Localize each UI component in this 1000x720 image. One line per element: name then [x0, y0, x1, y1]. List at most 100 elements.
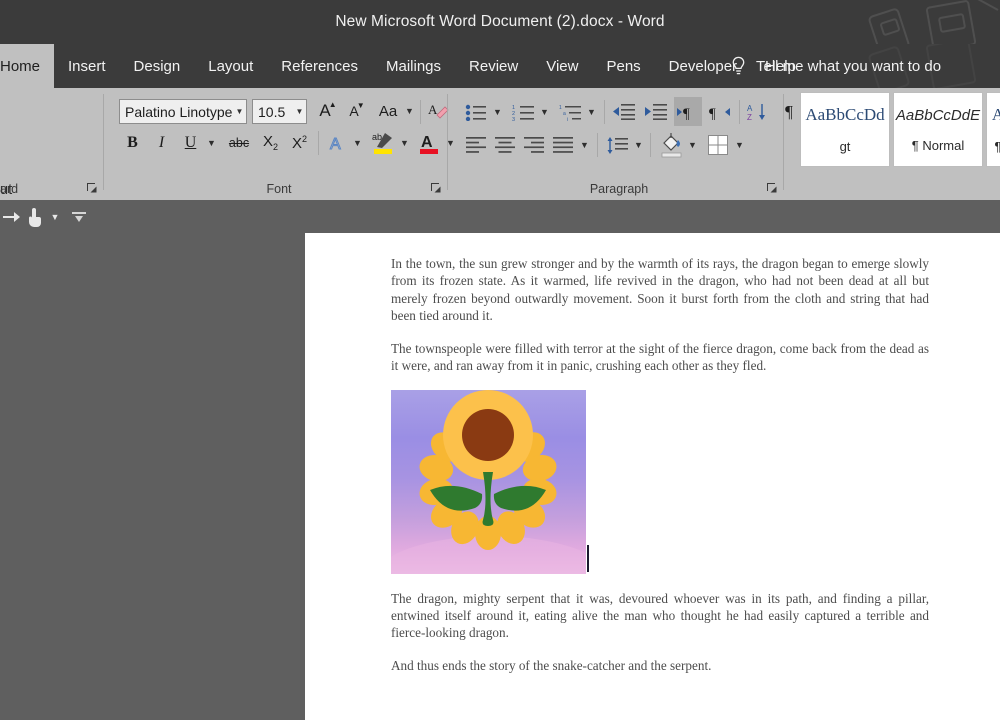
borders-button[interactable]: [704, 132, 732, 158]
font-size-chevron-down-icon[interactable]: ▼: [293, 100, 306, 123]
increase-indent-button[interactable]: [642, 99, 670, 125]
tab-mailings-label: Mailings: [386, 57, 442, 75]
strikethrough-button[interactable]: abc: [225, 130, 253, 156]
more-options-button[interactable]: ▼: [46, 204, 64, 229]
shading-chevron-down-icon[interactable]: ▼: [686, 133, 699, 157]
sort-button[interactable]: A Z: [744, 97, 772, 126]
font-name-value: Palatino Linotype: [125, 103, 233, 120]
style-card-gt[interactable]: AaBbCcDd gt: [800, 92, 890, 167]
multilevel-list-button[interactable]: 1 a i: [556, 99, 584, 125]
bold-label: B: [127, 134, 138, 151]
text-cursor: [587, 544, 589, 572]
text-effects-chevron-down-icon[interactable]: ▼: [351, 131, 364, 155]
font-dialog-launcher-icon[interactable]: [430, 182, 442, 194]
font-name-input[interactable]: Palatino Linotype ▼: [119, 99, 247, 124]
para-inner-separator-1: [604, 100, 605, 124]
tab-view[interactable]: View: [532, 44, 592, 88]
underline-chevron-down-icon[interactable]: ▼: [205, 131, 218, 155]
tab-review[interactable]: Review: [455, 44, 532, 88]
left-to-right-text-button[interactable]: ¶: [674, 97, 702, 126]
font-color-button[interactable]: A: [415, 128, 443, 158]
style-card-normal[interactable]: AaBbCcDdE ¶ Normal: [893, 92, 983, 167]
tab-design[interactable]: Design: [120, 44, 195, 88]
clipboard-dialog-launcher-icon[interactable]: [86, 182, 98, 194]
text-effects-button[interactable]: A: [323, 130, 350, 156]
right-to-left-text-button[interactable]: ¶: [705, 97, 733, 126]
tab-home[interactable]: Home: [0, 44, 55, 88]
collapse-ribbon-icon: [72, 211, 86, 222]
document-paragraph-1: In the town, the sun grew stronger and b…: [391, 256, 929, 324]
line-spacing-button[interactable]: [603, 132, 631, 158]
chevron-down-icon: ▼: [50, 211, 60, 222]
para-inner-separator-4: [650, 133, 651, 157]
clear-formatting-icon: A: [428, 102, 449, 119]
next-arrow-button[interactable]: [0, 204, 22, 229]
bullets-chevron-down-icon[interactable]: ▼: [491, 100, 504, 124]
style-name-normal: ¶ Normal: [911, 137, 965, 153]
multilevel-list-chevron-down-icon[interactable]: ▼: [585, 100, 598, 124]
text-effects-icon: A: [329, 136, 341, 153]
font-inner-separator-2: [318, 131, 319, 155]
tab-insert[interactable]: Insert: [54, 44, 120, 88]
text-highlight-button[interactable]: ab: [369, 128, 397, 158]
document-body[interactable]: In the town, the sun grew stronger and b…: [391, 255, 929, 674]
tab-design-label: Design: [133, 57, 181, 75]
tab-pens-label: Pens: [606, 57, 641, 75]
subscript-button[interactable]: X2: [257, 130, 284, 156]
sort-icon: A Z: [747, 103, 765, 121]
tab-pens[interactable]: Pens: [592, 44, 654, 88]
subscript-label: X: [262, 133, 273, 150]
tab-list: Home Insert Design Layout References Mai…: [0, 44, 810, 88]
document-paragraph-2: The townspeople were filled with terror …: [391, 340, 929, 374]
shading-button[interactable]: [657, 130, 685, 160]
superscript-sup: 2: [302, 134, 308, 144]
paragraph-group-separator: [783, 94, 784, 190]
change-case-chevron-down-icon[interactable]: ▼: [403, 99, 416, 123]
numbering-button[interactable]: 1 2 3: [509, 99, 537, 125]
right-to-left-text-icon: ¶: [709, 106, 730, 120]
document-page[interactable]: In the town, the sun grew stronger and b…: [305, 233, 1000, 720]
collapse-ribbon-button[interactable]: [68, 204, 90, 229]
svg-text:A: A: [428, 102, 438, 117]
align-center-button[interactable]: [491, 132, 519, 158]
tab-references[interactable]: References: [267, 44, 372, 88]
highlight-chevron-down-icon[interactable]: ▼: [398, 131, 411, 155]
font-name-chevron-down-icon[interactable]: ▼: [233, 100, 246, 123]
line-spacing-chevron-down-icon[interactable]: ▼: [632, 133, 645, 157]
grow-font-button[interactable]: A ▲: [312, 99, 338, 124]
align-left-button[interactable]: [462, 132, 490, 158]
tab-view-label: View: [546, 57, 579, 75]
superscript-button[interactable]: X2: [286, 130, 313, 156]
borders-chevron-down-icon[interactable]: ▼: [733, 133, 746, 157]
bullets-button[interactable]: [462, 99, 490, 125]
style-name-gt: gt: [839, 139, 851, 154]
paragraph-dialog-launcher-icon[interactable]: [766, 182, 778, 194]
shrink-font-button[interactable]: A ▼: [341, 99, 367, 124]
numbered-list-icon: 1 2 3: [512, 105, 534, 121]
touch-mouse-mode-button[interactable]: [22, 204, 46, 229]
para-inner-separator-2: [739, 100, 740, 124]
justify-chevron-down-icon[interactable]: ▼: [578, 133, 591, 157]
align-right-button[interactable]: [520, 132, 548, 158]
decrease-indent-button[interactable]: [610, 99, 638, 125]
subscript-sub: 2: [273, 142, 279, 152]
font-group-label: Font: [266, 182, 292, 196]
tab-layout[interactable]: Layout: [194, 44, 267, 88]
underline-button[interactable]: U: [177, 130, 204, 156]
ribbon-group-font: Palatino Linotype ▼ 10.5 ▼ A ▲ A ▼ Aa ▼ …: [110, 88, 455, 200]
style-card-next-partial[interactable]: A ¶: [986, 92, 1000, 167]
change-case-button[interactable]: Aa: [373, 99, 403, 124]
italic-label: I: [158, 134, 165, 151]
clipboard-group-separator: [103, 94, 104, 190]
borders-icon: [708, 135, 728, 155]
font-size-input[interactable]: 10.5 ▼: [252, 99, 307, 124]
tab-mailings[interactable]: Mailings: [372, 44, 455, 88]
bold-button[interactable]: B: [119, 130, 146, 156]
numbering-chevron-down-icon[interactable]: ▼: [538, 100, 551, 124]
tell-me-search[interactable]: Tell me what you want to do: [730, 44, 941, 88]
sunflower-image[interactable]: [391, 389, 586, 574]
justify-button[interactable]: [549, 132, 577, 158]
svg-text:ab: ab: [372, 132, 382, 142]
italic-button[interactable]: I: [148, 130, 175, 156]
title-bar: New Microsoft Word Document (2).docx - W…: [0, 0, 1000, 44]
